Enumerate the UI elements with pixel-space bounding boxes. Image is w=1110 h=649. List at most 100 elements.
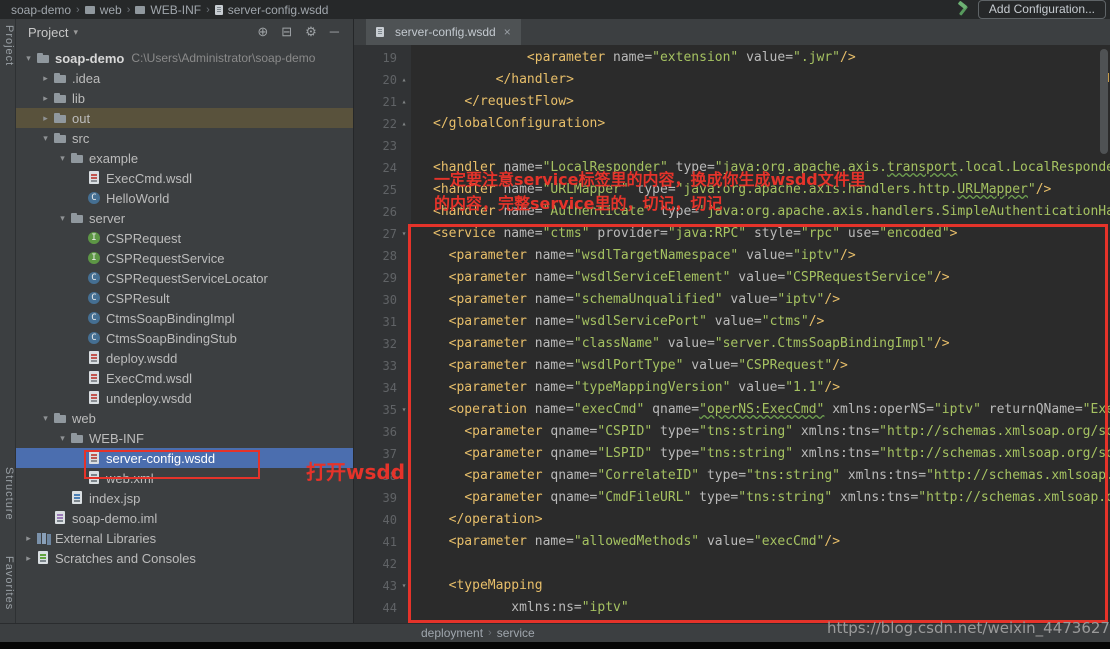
breadcrumb-item[interactable]: web	[85, 3, 122, 17]
chevron-down-icon[interactable]: ▾	[22, 53, 35, 64]
tree-item-soap-demo-iml[interactable]: soap-demo.iml	[16, 508, 353, 528]
file-wsdd-icon	[86, 390, 103, 406]
tree-item-csprequestservice[interactable]: CSPRequestService	[16, 248, 353, 268]
stripe-tab-project[interactable]: Project	[1, 25, 15, 66]
file-wsdl-icon	[86, 170, 103, 186]
interface-icon	[86, 230, 103, 246]
fold-marker-icon[interactable]: ▴	[399, 69, 409, 91]
tree-item-helloworld[interactable]: HelloWorld	[16, 188, 353, 208]
breadcrumb-item[interactable]: soap-demo	[11, 3, 71, 17]
folder-icon	[52, 70, 69, 86]
line-number: 44	[354, 597, 411, 619]
tree-item-index-jsp[interactable]: index.jsp	[16, 488, 353, 508]
collapse-all-icon[interactable]: ⊟	[281, 24, 292, 40]
file-iml-icon	[52, 510, 69, 526]
class-icon	[86, 190, 103, 206]
breadcrumb-item[interactable]: deployment	[421, 626, 483, 640]
locate-icon[interactable]: ⊕	[257, 24, 268, 40]
tree-item-csprequestservicelocator[interactable]: CSPRequestServiceLocator	[16, 268, 353, 288]
scratches-icon	[35, 550, 52, 566]
breadcrumb-label: soap-demo	[11, 3, 71, 17]
tree-item-cspresult[interactable]: CSPResult	[16, 288, 353, 308]
class-icon	[86, 310, 103, 326]
code-line[interactable]: 23	[354, 135, 1110, 157]
close-icon[interactable]: ×	[504, 25, 511, 39]
folder-icon	[35, 50, 52, 66]
chevron-down-icon[interactable]: ▾	[56, 213, 69, 224]
code-line[interactable]: 22▴</globalConfiguration>	[354, 113, 1110, 135]
folder-icon	[52, 130, 69, 146]
tree-item-ctmssoapbindingstub[interactable]: CtmsSoapBindingStub	[16, 328, 353, 348]
tree-item-server[interactable]: ▾server	[16, 208, 353, 228]
breadcrumb-label: web	[100, 3, 122, 17]
tree-item-scratches-and-consoles[interactable]: ▸Scratches and Consoles	[16, 548, 353, 568]
tree-item-lib[interactable]: ▸lib	[16, 88, 353, 108]
breadcrumb-separator: ›	[127, 4, 131, 16]
file-wsdd-icon	[86, 350, 103, 366]
libraries-icon	[35, 530, 52, 546]
chevron-down-icon[interactable]: ▾	[56, 153, 69, 164]
breadcrumb-label: deployment	[421, 626, 483, 640]
folder-icon	[69, 210, 86, 226]
annotation-box-service-block	[408, 224, 1108, 623]
breadcrumb-separator: ›	[76, 4, 80, 16]
tree-item-ctmssoapbindingimpl[interactable]: CtmsSoapBindingImpl	[16, 308, 353, 328]
project-tree: ▾soap-demoC:\Users\Administrator\soap-de…	[16, 45, 353, 624]
chevron-down-icon[interactable]: ▾	[73, 27, 78, 38]
fold-marker-icon[interactable]: ▴	[399, 91, 409, 113]
project-panel: Project ▾ ⊕ ⊟ ⚙ ─ ▾soap-demoC:\Users\Adm…	[16, 19, 354, 624]
chevron-right-icon[interactable]: ▸	[39, 73, 52, 84]
tree-item-out[interactable]: ▸out	[16, 108, 353, 128]
chevron-right-icon[interactable]: ▸	[39, 113, 52, 124]
breadcrumb-separator: ›	[206, 4, 210, 16]
file-icon	[376, 27, 384, 37]
gear-icon[interactable]: ⚙	[305, 24, 317, 40]
code-text: </requestFlow>	[411, 91, 574, 113]
stripe-tab-structure[interactable]: Structure	[1, 467, 15, 521]
tree-item-external-libraries[interactable]: ▸External Libraries	[16, 528, 353, 548]
tree-item-web-inf[interactable]: ▾WEB-INF	[16, 428, 353, 448]
tree-item-deploy-wsdd[interactable]: deploy.wsdd	[16, 348, 353, 368]
chevron-down-icon[interactable]: ▾	[39, 133, 52, 144]
chevron-down-icon[interactable]: ▾	[56, 433, 69, 444]
line-number: 24	[354, 157, 411, 179]
tree-item-soap-demo[interactable]: ▾soap-demoC:\Users\Administrator\soap-de…	[16, 48, 353, 68]
code-line[interactable]: 19 <parameter name="extension" value=".j…	[354, 47, 1110, 69]
code-line[interactable]: 20▴ </handler>	[354, 69, 1110, 91]
add-configuration-button[interactable]: Add Configuration...	[978, 0, 1106, 19]
tree-item-path: C:\Users\Administrator\soap-demo	[131, 51, 315, 65]
tree-item--idea[interactable]: ▸.idea	[16, 68, 353, 88]
editor-scrollbar[interactable]	[1100, 49, 1108, 154]
line-number: 36	[354, 421, 411, 443]
chevron-right-icon[interactable]: ▸	[39, 93, 52, 104]
breadcrumb-item[interactable]: server-config.wsdd	[215, 3, 329, 17]
stripe-tab-favorites[interactable]: Favorites	[1, 556, 15, 610]
line-number: 33	[354, 355, 411, 377]
tree-item-example[interactable]: ▾example	[16, 148, 353, 168]
breadcrumb-item[interactable]: service	[497, 626, 535, 640]
tree-item-undeploy-wsdd[interactable]: undeploy.wsdd	[16, 388, 353, 408]
fold-marker-icon[interactable]: ▴	[399, 113, 409, 135]
tree-item-label: index.jsp	[89, 491, 140, 506]
chevron-down-icon[interactable]: ▾	[39, 413, 52, 424]
build-hammer-icon[interactable]	[955, 2, 970, 17]
line-number: 40	[354, 509, 411, 531]
tree-item-web[interactable]: ▾web	[16, 408, 353, 428]
chevron-right-icon[interactable]: ▸	[22, 553, 35, 564]
code-line[interactable]: 21▴ </requestFlow>	[354, 91, 1110, 113]
code-text	[411, 135, 433, 157]
project-panel-title[interactable]: Project	[28, 25, 68, 40]
tree-item-src[interactable]: ▾src	[16, 128, 353, 148]
chevron-right-icon[interactable]: ▸	[22, 533, 35, 544]
bottom-black-strip	[0, 642, 1110, 649]
tree-item-execcmd-wsdl[interactable]: ExecCmd.wsdl	[16, 368, 353, 388]
breadcrumb-label: WEB-INF	[150, 3, 201, 17]
tree-item-csprequest[interactable]: CSPRequest	[16, 228, 353, 248]
hide-panel-icon[interactable]: ─	[330, 24, 339, 40]
tree-item-execcmd-wsdl[interactable]: ExecCmd.wsdl	[16, 168, 353, 188]
tab-server-config-wsdd[interactable]: server-config.wsdd ×	[366, 19, 521, 45]
tree-item-label: CSPRequest	[106, 231, 181, 246]
top-breadcrumb: soap-demo › web › WEB-INF › server-config.wsdd	[10, 3, 329, 17]
breadcrumb-item[interactable]: WEB-INF	[135, 3, 201, 17]
folder-icon	[52, 90, 69, 106]
